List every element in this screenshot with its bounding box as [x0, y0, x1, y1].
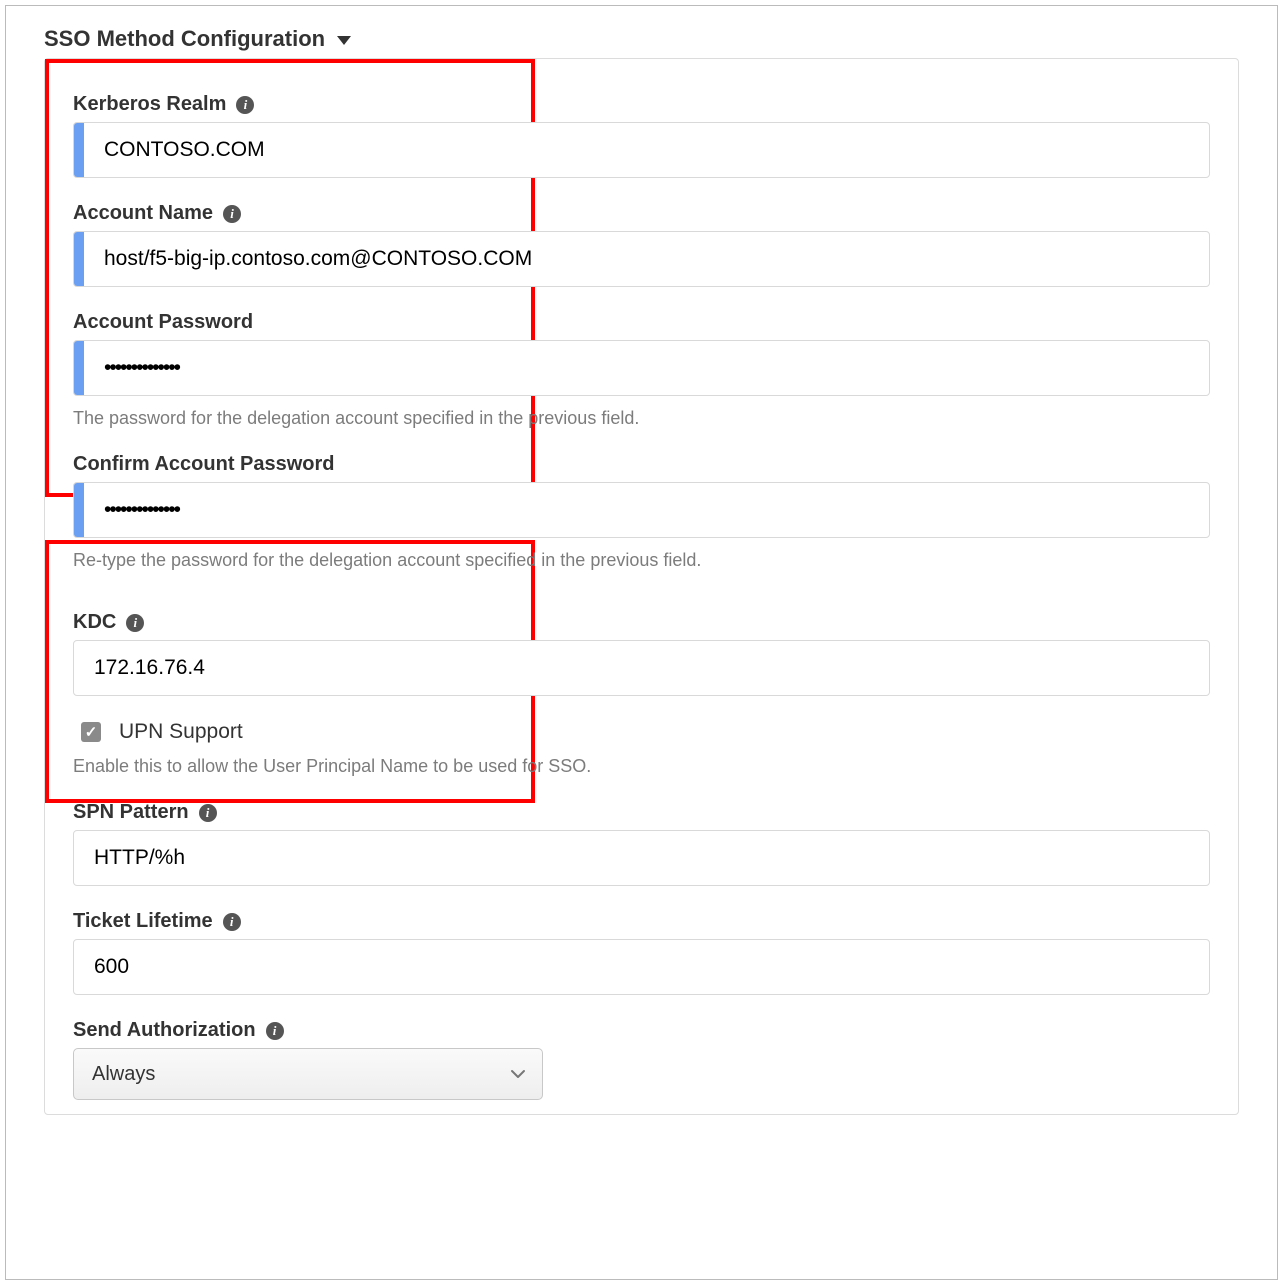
help-upn-support: Enable this to allow the User Principal … — [73, 756, 1210, 777]
section-body: Kerberos Realm i Account Name i Account … — [44, 58, 1239, 1115]
info-icon[interactable]: i — [236, 96, 254, 114]
field-kdc: KDC i — [73, 611, 1210, 696]
input-wrap-account-password — [73, 340, 1210, 396]
label-text-kerberos-realm: Kerberos Realm — [73, 93, 226, 116]
field-account-password: Account Password The password for the de… — [73, 311, 1210, 429]
field-kerberos-realm: Kerberos Realm i — [73, 93, 1210, 178]
input-wrap-account-name — [73, 231, 1210, 287]
section-title: SSO Method Configuration — [44, 26, 325, 52]
info-icon[interactable]: i — [223, 913, 241, 931]
label-kdc: KDC i — [73, 611, 1210, 634]
label-spn-pattern: SPN Pattern i — [73, 801, 1210, 824]
label-account-password: Account Password — [73, 311, 1210, 334]
info-icon[interactable]: i — [266, 1022, 284, 1040]
caret-down-icon — [337, 36, 351, 45]
account-name-input[interactable] — [84, 232, 1209, 286]
label-text-spn-pattern: SPN Pattern — [73, 801, 189, 824]
chevron-down-icon — [510, 1066, 526, 1082]
label-ticket-lifetime: Ticket Lifetime i — [73, 910, 1210, 933]
select-value: Always — [92, 1063, 155, 1086]
outer-panel: SSO Method Configuration Kerberos Realm … — [5, 5, 1278, 1280]
account-password-input[interactable] — [84, 341, 1209, 395]
label-text-account-name: Account Name — [73, 202, 213, 225]
field-send-authorization: Send Authorization i Always — [73, 1019, 1210, 1100]
label-text-confirm-password: Confirm Account Password — [73, 453, 335, 476]
label-send-authorization: Send Authorization i — [73, 1019, 1210, 1042]
kerberos-realm-input[interactable] — [84, 123, 1209, 177]
info-icon[interactable]: i — [223, 205, 241, 223]
kdc-input[interactable] — [74, 641, 1209, 695]
field-confirm-password: Confirm Account Password Re-type the pas… — [73, 453, 1210, 571]
ticket-lifetime-input[interactable] — [74, 940, 1209, 994]
confirm-password-input[interactable] — [84, 483, 1209, 537]
label-text-send-authorization: Send Authorization — [73, 1019, 256, 1042]
help-confirm-password: Re-type the password for the delegation … — [73, 550, 1210, 571]
input-wrap-confirm-password — [73, 482, 1210, 538]
field-upn-support: ✓ UPN Support Enable this to allow the U… — [73, 720, 1210, 777]
field-account-name: Account Name i — [73, 202, 1210, 287]
input-wrap-kerberos-realm — [73, 122, 1210, 178]
label-text-ticket-lifetime: Ticket Lifetime — [73, 910, 213, 933]
label-text-kdc: KDC — [73, 611, 116, 634]
spn-pattern-input[interactable] — [74, 831, 1209, 885]
info-icon[interactable]: i — [126, 614, 144, 632]
input-wrap-ticket-lifetime — [73, 939, 1210, 995]
send-authorization-select[interactable]: Always — [73, 1048, 543, 1100]
field-spn-pattern: SPN Pattern i — [73, 801, 1210, 886]
label-upn-support: UPN Support — [119, 720, 243, 744]
info-icon[interactable]: i — [199, 804, 217, 822]
label-text-account-password: Account Password — [73, 311, 253, 334]
help-account-password: The password for the delegation account … — [73, 408, 1210, 429]
field-ticket-lifetime: Ticket Lifetime i — [73, 910, 1210, 995]
checkbox-upn-support[interactable]: ✓ UPN Support — [81, 720, 1210, 744]
label-kerberos-realm: Kerberos Realm i — [73, 93, 1210, 116]
input-wrap-kdc — [73, 640, 1210, 696]
label-confirm-password: Confirm Account Password — [73, 453, 1210, 476]
input-wrap-spn-pattern — [73, 830, 1210, 886]
checkmark-icon: ✓ — [81, 722, 101, 742]
section-header[interactable]: SSO Method Configuration — [44, 26, 1239, 52]
label-account-name: Account Name i — [73, 202, 1210, 225]
